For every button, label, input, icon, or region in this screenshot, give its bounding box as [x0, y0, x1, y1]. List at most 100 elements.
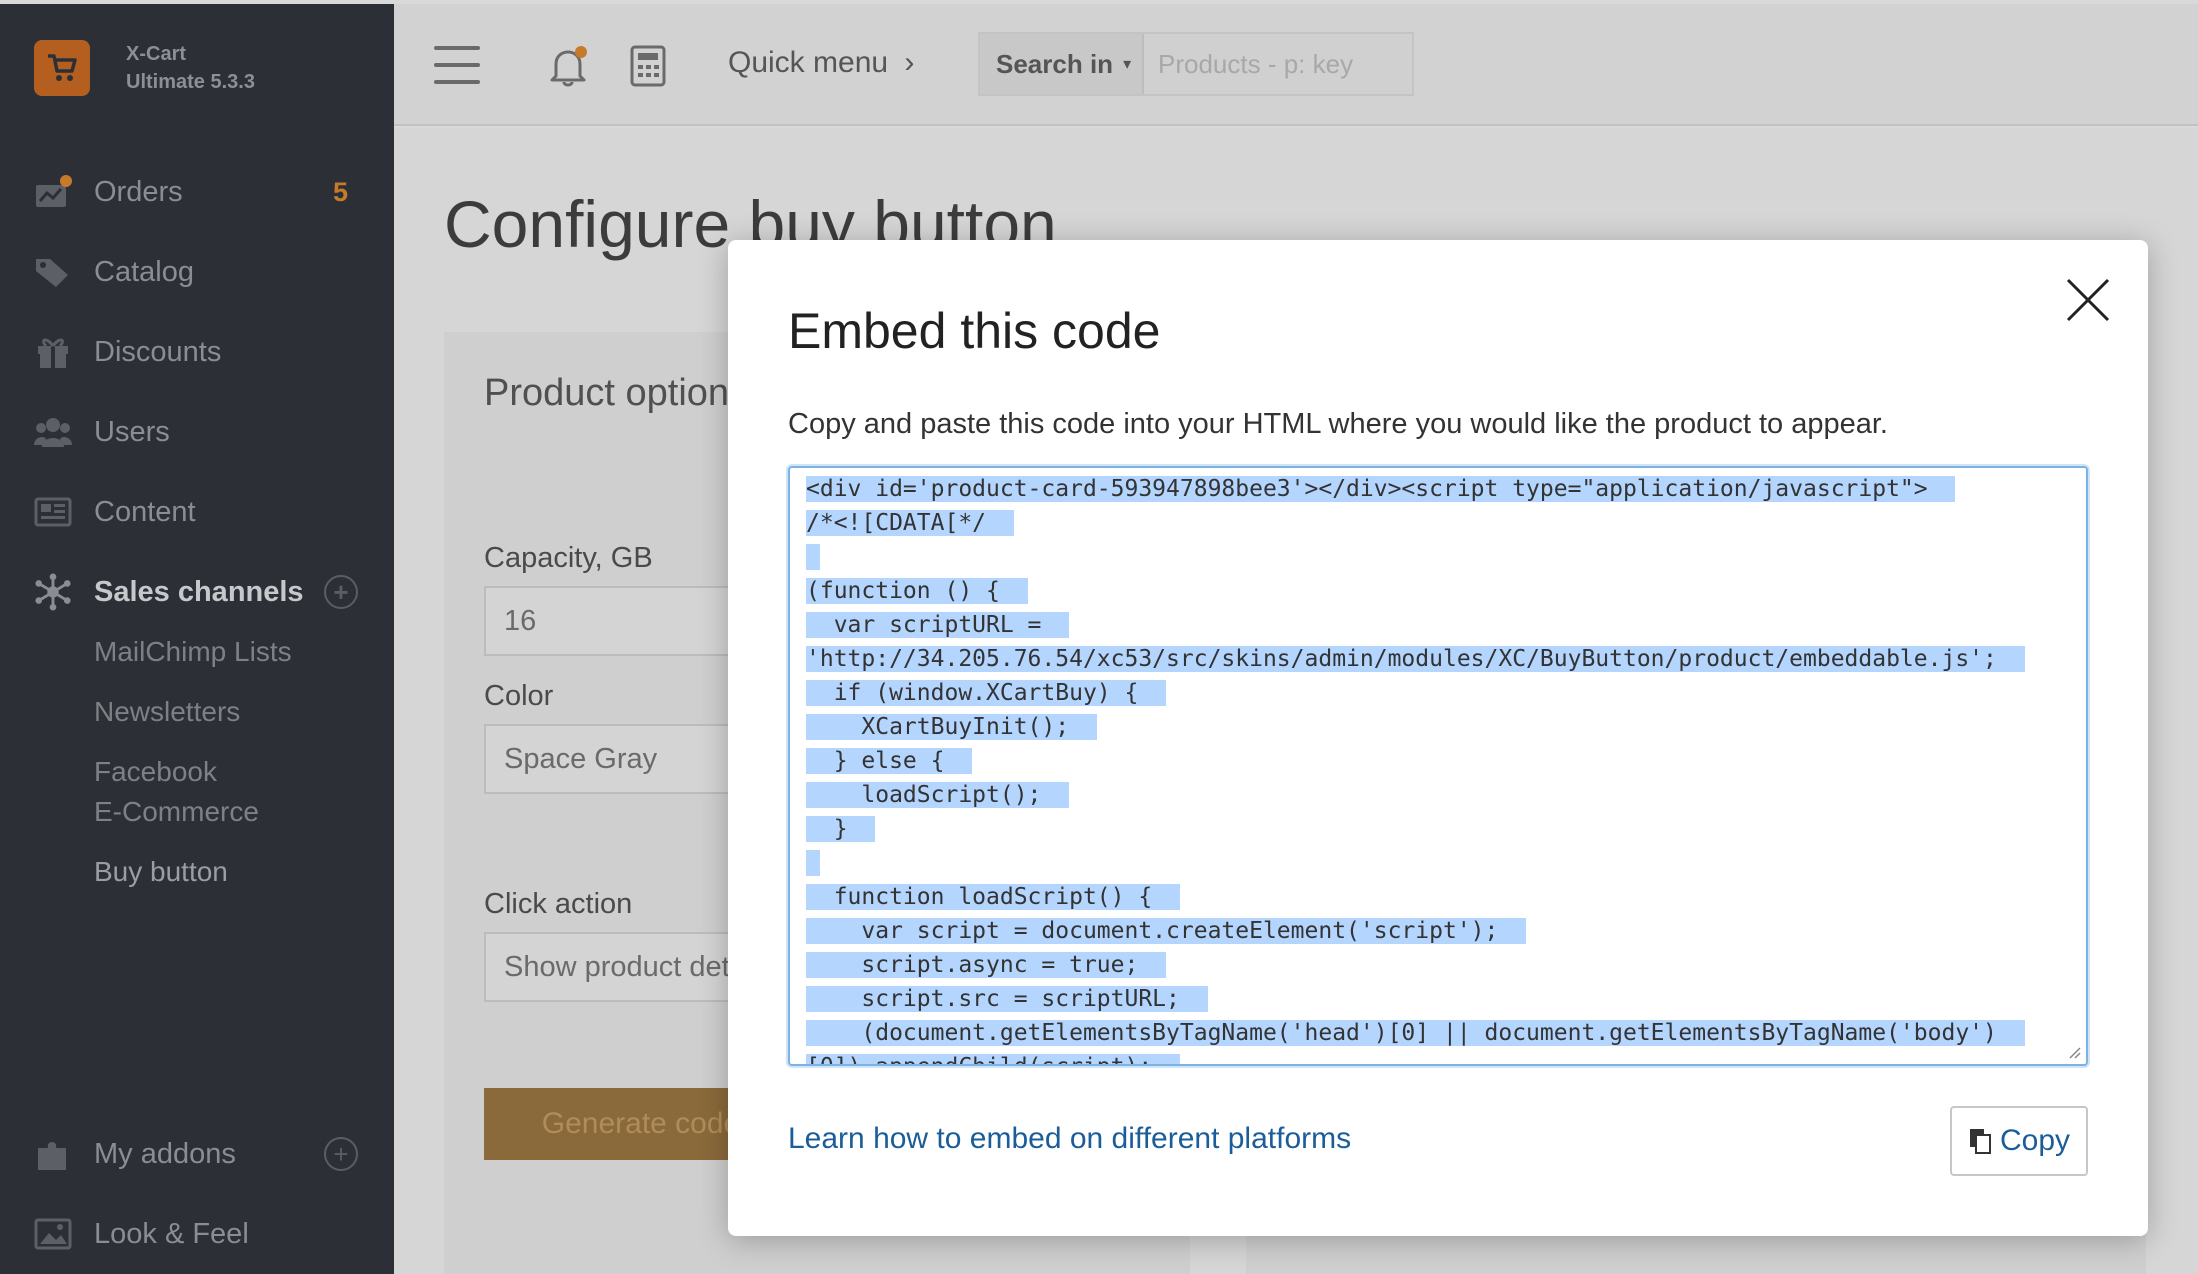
sidebar-item-my-addons[interactable]: My addons + [0, 1114, 394, 1194]
sidebar-item-label: Users [94, 415, 170, 448]
code-line: function loadScript() { [806, 880, 2070, 914]
code-line-text: if (window.XCartBuy) { [806, 680, 1167, 706]
sidebar-item-orders[interactable]: Orders 5 [0, 152, 394, 232]
code-line: (document.getElementsByTagName('head')[0… [806, 1016, 2070, 1050]
code-line-text: <div id='product-card-593947898bee3'></d… [806, 476, 1956, 502]
code-line-text: /*<![CDATA[*/ [806, 510, 1014, 536]
code-line-text: var script = document.createElement('scr… [806, 918, 1527, 944]
code-line: } else { [806, 744, 2070, 778]
code-line-text [806, 850, 820, 876]
tag-icon [34, 253, 72, 291]
quick-menu-label: Quick menu [728, 46, 889, 79]
code-line-text [806, 544, 820, 570]
resize-handle-icon[interactable] [2066, 1044, 2082, 1060]
sidebar-item-label: Catalog [94, 255, 194, 288]
brand-name: X-Cart [126, 43, 187, 65]
sidebar-item-discounts[interactable]: Discounts [0, 312, 394, 392]
sidebar-item-label: Orders [94, 175, 183, 208]
xcart-logo-icon [34, 40, 90, 96]
sidebar-item-sales-channels[interactable]: Sales channels + [0, 552, 394, 632]
embed-code-text: <div id='product-card-593947898bee3'></d… [806, 472, 2070, 1064]
copy-label: Copy [1999, 1124, 2071, 1157]
code-line [806, 540, 2070, 574]
sidebar-item-label: Discounts [94, 335, 222, 368]
search-in-label: Search in [996, 48, 1114, 79]
image-icon [34, 1215, 72, 1253]
code-line-text: XCartBuyInit(); [806, 714, 1097, 740]
network-icon [34, 573, 72, 611]
content-icon [34, 493, 72, 531]
code-line: /*<![CDATA[*/ [806, 506, 2070, 540]
code-line: if (window.XCartBuy) { [806, 676, 2070, 710]
code-line: XCartBuyInit(); [806, 710, 2070, 744]
sidebar-subitem-newsletters[interactable]: Newsletters [94, 692, 394, 732]
code-line: 'http://34.205.76.54/xc53/src/skins/admi… [806, 642, 2070, 676]
sales-channels-submenu: MailChimp Lists Newsletters Facebook E-C… [0, 632, 394, 892]
code-line-text: } else { [806, 748, 973, 774]
code-line-text: [0]).appendChild(script); [806, 1054, 1180, 1064]
code-line-text: var scriptURL = [806, 612, 1070, 638]
search-input[interactable]: Products - p: key [1144, 34, 1412, 94]
sidebar-nav: Orders 5 Catalog Discounts Users Content… [0, 152, 394, 912]
sidebar-item-content[interactable]: Content [0, 472, 394, 552]
sidebar-bottom-nav: My addons + Look & Feel [0, 1114, 394, 1274]
sidebar-subitem-facebook-ecommerce[interactable]: Facebook E-Commerce [94, 752, 394, 832]
code-line: <div id='product-card-593947898bee3'></d… [806, 472, 2070, 506]
admin-app: X-Cart Ultimate 5.3.3 Orders 5 Catalog D… [0, 0, 2198, 1274]
hamburger-menu-icon[interactable] [434, 46, 480, 84]
code-line-text: script.src = scriptURL; [806, 986, 1208, 1012]
sidebar-item-label: Sales channels [94, 575, 304, 608]
brand[interactable]: X-Cart Ultimate 5.3.3 [34, 40, 255, 96]
code-line-text: 'http://34.205.76.54/xc53/src/skins/admi… [806, 646, 2025, 672]
code-line-text: (function () { [806, 578, 1028, 604]
copy-icon [1968, 1127, 1992, 1155]
add-addon-plus-icon[interactable]: + [324, 1137, 358, 1171]
caret-down-icon: ▾ [1123, 56, 1132, 73]
panel-title: Product option [484, 372, 730, 414]
sidebar-item-users[interactable]: Users [0, 392, 394, 472]
orders-count-badge: 5 [332, 176, 348, 207]
code-line: var script = document.createElement('scr… [806, 914, 2070, 948]
code-line-text: function loadScript() { [806, 884, 1180, 910]
code-line-text: (document.getElementsByTagName('head')[0… [806, 1020, 2025, 1046]
close-icon[interactable] [2064, 276, 2112, 324]
users-icon [34, 413, 72, 451]
copy-button[interactable]: Copy [1950, 1106, 2088, 1176]
notification-bell-icon[interactable] [546, 44, 592, 95]
code-line: var scriptURL = [806, 608, 2070, 642]
code-line: (function () { [806, 574, 2070, 608]
calculator-icon[interactable] [628, 44, 668, 93]
sidebar-item-label: My addons [94, 1137, 236, 1170]
orders-icon [34, 173, 72, 211]
sidebar-item-label: Content [94, 495, 196, 528]
add-sales-channel-plus-icon[interactable]: + [324, 575, 358, 609]
search-box: Search in ▾ Products - p: key [978, 32, 1414, 96]
code-line-text: loadScript(); [806, 782, 1070, 808]
code-line: } [806, 812, 2070, 846]
click-action-label: Click action [484, 888, 633, 920]
code-line: loadScript(); [806, 778, 2070, 812]
sidebar: X-Cart Ultimate 5.3.3 Orders 5 Catalog D… [0, 4, 394, 1274]
brand-version: Ultimate 5.3.3 [126, 71, 255, 93]
sidebar-subitem-mailchimp-lists[interactable]: MailChimp Lists [94, 632, 394, 672]
puzzle-icon [34, 1135, 72, 1173]
top-bar: Quick menu › Search in ▾ Products - p: k… [394, 4, 2198, 126]
search-in-dropdown[interactable]: Search in ▾ [980, 34, 1144, 94]
sidebar-subitem-buy-button[interactable]: Buy button [94, 852, 394, 892]
code-line-text: } [806, 816, 876, 842]
quick-menu-link[interactable]: Quick menu › [728, 46, 914, 80]
code-line-text: script.async = true; [806, 952, 1167, 978]
code-line: script.src = scriptURL; [806, 982, 2070, 1016]
sidebar-item-catalog[interactable]: Catalog [0, 232, 394, 312]
color-label: Color [484, 680, 554, 712]
chevron-right-icon: › [904, 46, 915, 79]
gift-icon [34, 333, 72, 371]
learn-embed-link[interactable]: Learn how to embed on different platform… [788, 1122, 1351, 1156]
modal-description: Copy and paste this code into your HTML … [788, 408, 1888, 440]
code-line [806, 846, 2070, 880]
modal-title: Embed this code [788, 303, 1161, 359]
embed-code-modal: Embed this code Copy and paste this code… [728, 240, 2148, 1236]
embed-code-textarea[interactable]: <div id='product-card-593947898bee3'></d… [788, 466, 2088, 1066]
sidebar-item-look-and-feel[interactable]: Look & Feel [0, 1194, 394, 1274]
sidebar-item-label: Look & Feel [94, 1217, 249, 1250]
